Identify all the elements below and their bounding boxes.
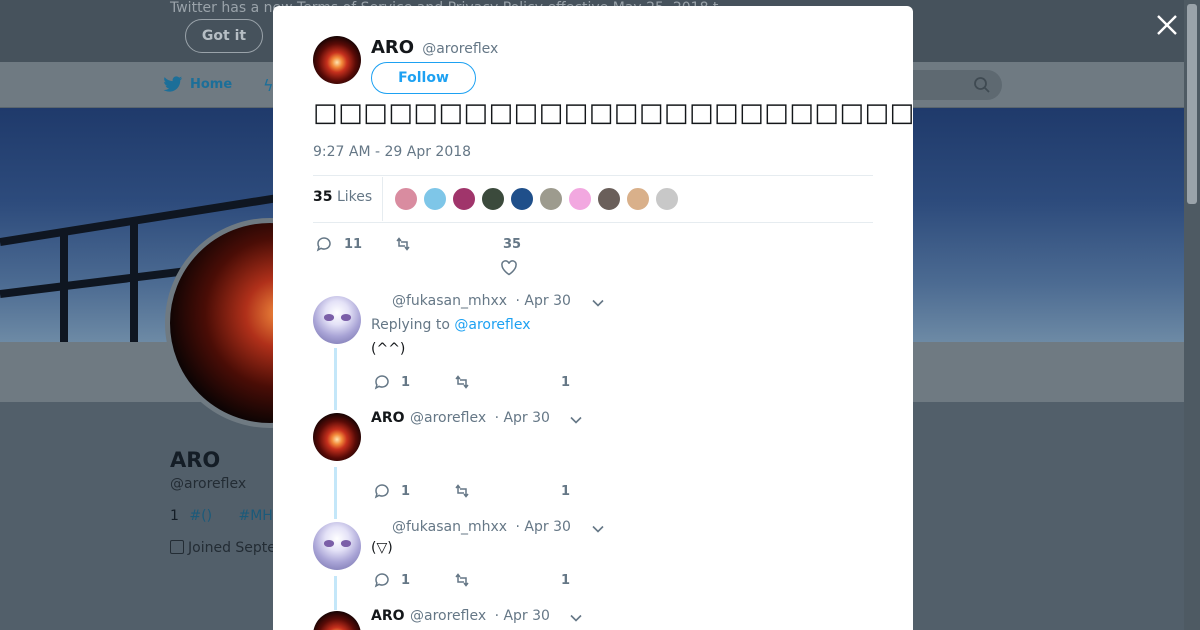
liker-avatar[interactable] xyxy=(510,187,534,211)
tweet-author-avatar[interactable] xyxy=(313,36,361,84)
reply-date[interactable]: · Apr 30 xyxy=(495,410,550,426)
tweet-modal: ARO @aroreflex Follow □□□□□□□□□□□□□□□□□□… xyxy=(273,6,913,630)
reply-author-handle[interactable]: @aroreflex xyxy=(410,410,486,426)
reply-date[interactable]: · Apr 30 xyxy=(495,608,550,624)
chevron-down-icon[interactable] xyxy=(591,298,605,308)
replying-prefix: Replying to xyxy=(371,317,450,333)
close-icon[interactable] xyxy=(1156,14,1178,36)
reply-icon[interactable] xyxy=(315,235,333,253)
moments-icon[interactable]: ϟ xyxy=(263,76,274,95)
profile-handle: @aroreflex xyxy=(170,476,247,492)
reply-date[interactable]: · Apr 30 xyxy=(516,519,571,535)
divider xyxy=(313,175,873,176)
replying-to-handle[interactable]: @aroreflex xyxy=(454,317,530,333)
reply-author-avatar[interactable] xyxy=(313,296,361,344)
reply-text: (▽) xyxy=(371,540,393,556)
likes-stat[interactable]: 35 Likes xyxy=(313,189,372,205)
tweet-timestamp[interactable]: 9:27 AM - 29 Apr 2018 xyxy=(313,144,471,160)
heart-icon[interactable] xyxy=(500,259,518,277)
retweet-icon[interactable] xyxy=(453,571,471,589)
reply-count: 1 xyxy=(401,484,411,499)
reply-icon[interactable] xyxy=(373,482,391,500)
likes-label: Likes xyxy=(336,189,373,205)
reply-author-name[interactable]: ARO xyxy=(371,410,405,426)
profile-joined-date: Joined Septe xyxy=(170,540,276,556)
liker-avatar[interactable] xyxy=(597,187,621,211)
cover-railing-post xyxy=(60,230,68,342)
liker-avatar[interactable] xyxy=(452,187,476,211)
reply-header[interactable]: ARO @aroreflex · Apr 30 xyxy=(371,608,550,624)
like-count: 1 xyxy=(561,375,571,390)
tweet-author[interactable]: ARO @aroreflex xyxy=(371,37,498,58)
nav-home-label[interactable]: Home xyxy=(190,77,232,92)
reply-author-handle[interactable]: @fukasan_mhxx xyxy=(392,293,507,309)
reply-header[interactable]: @fukasan_mhxx · Apr 30 xyxy=(371,519,571,535)
retweet-icon[interactable] xyxy=(394,235,412,253)
twitter-bird-icon xyxy=(163,76,183,92)
like-count: 1 xyxy=(561,573,571,588)
cover-railing-post xyxy=(130,222,138,342)
chevron-down-icon[interactable] xyxy=(569,415,583,425)
reply-author-handle[interactable]: @aroreflex xyxy=(410,608,486,624)
reply-author-name[interactable]: ARO xyxy=(371,608,405,624)
reply-icon[interactable] xyxy=(373,373,391,391)
chevron-down-icon[interactable] xyxy=(569,613,583,623)
got-it-button[interactable]: Got it xyxy=(185,19,263,53)
tweet-author-handle[interactable]: @aroreflex xyxy=(422,41,498,57)
liker-avatar[interactable] xyxy=(626,187,650,211)
stats-separator xyxy=(382,177,383,221)
reply-count: 1 xyxy=(401,573,411,588)
reply-count: 1 xyxy=(401,375,411,390)
likes-count: 35 xyxy=(313,189,333,205)
reply-header[interactable]: ARO @aroreflex · Apr 30 xyxy=(371,410,550,426)
joined-text: Joined Septe xyxy=(188,540,276,556)
like-count: 1 xyxy=(561,484,571,499)
liker-avatar[interactable] xyxy=(655,187,679,211)
scrollbar-thumb[interactable] xyxy=(1187,4,1197,204)
profile-bio: 1 #() #MHX xyxy=(170,508,282,524)
reply-author-handle[interactable]: @fukasan_mhxx xyxy=(392,519,507,535)
tweet-text: □□□□□□□□□□□□□□□□□□□□□□□□□□□□XX□□□□□□□□□□… xyxy=(313,98,913,128)
tweet-author-name[interactable]: ARO xyxy=(371,37,414,58)
reply-text: (^^) xyxy=(371,341,406,357)
thread-line xyxy=(334,348,337,410)
liker-avatar[interactable] xyxy=(423,187,447,211)
search-icon[interactable] xyxy=(973,76,991,94)
reply-author-avatar[interactable] xyxy=(313,522,361,570)
reply-icon[interactable] xyxy=(373,571,391,589)
reply-header[interactable]: @fukasan_mhxx · Apr 30 xyxy=(371,293,571,309)
chevron-down-icon[interactable] xyxy=(591,524,605,534)
like-count: 35 xyxy=(503,237,522,252)
liker-avatar[interactable] xyxy=(539,187,563,211)
reply-date[interactable]: · Apr 30 xyxy=(516,293,571,309)
follow-button[interactable]: Follow xyxy=(371,62,476,94)
profile-name: ARO xyxy=(170,448,221,472)
liker-avatar[interactable] xyxy=(568,187,592,211)
liker-avatar[interactable] xyxy=(481,187,505,211)
reply-author-avatar[interactable] xyxy=(313,413,361,461)
liker-avatar[interactable] xyxy=(394,187,418,211)
thread-line xyxy=(334,467,337,519)
replying-to: Replying to @aroreflex xyxy=(371,317,531,333)
bio-count: 1 xyxy=(170,508,179,524)
thread-line xyxy=(334,576,337,610)
calendar-icon xyxy=(170,540,184,554)
reply-author-avatar[interactable] xyxy=(313,611,361,630)
reply-count: 11 xyxy=(344,237,363,252)
retweet-icon[interactable] xyxy=(453,373,471,391)
retweet-icon[interactable] xyxy=(453,482,471,500)
bio-hashtag[interactable]: #() xyxy=(189,508,212,524)
divider xyxy=(313,222,873,223)
